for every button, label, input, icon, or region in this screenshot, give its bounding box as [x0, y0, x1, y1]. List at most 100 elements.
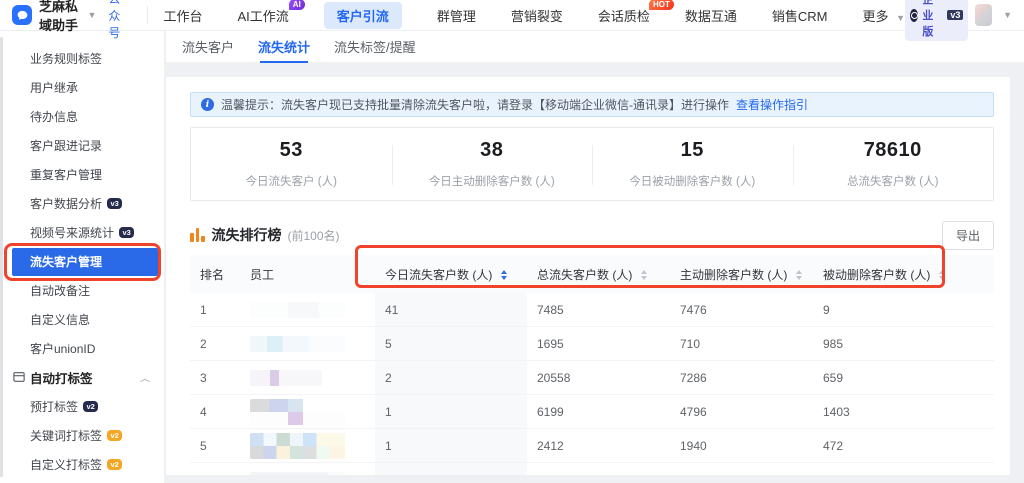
- cell-passive-deleted: 472: [823, 438, 844, 453]
- nav-item-label: 会话质检: [597, 8, 650, 24]
- sidebar-item-customer-unionid[interactable]: 客户unionID: [0, 334, 164, 363]
- col-header-active-deleted[interactable]: 主动删除客户数 (人): [670, 266, 813, 283]
- table-row: 6 1 2134 919 1214: [190, 463, 994, 475]
- cell-passive-deleted: 985: [823, 336, 844, 351]
- brand-name[interactable]: 芝麻私域助手: [39, 0, 83, 34]
- nav-item-customer-acquisition[interactable]: 客户引流: [323, 1, 402, 29]
- cell-active-deleted: 7286: [680, 370, 707, 385]
- nav-item-label: AI工作流: [237, 8, 289, 24]
- sidebar-item-label: 关键词打标签: [30, 429, 103, 443]
- info-icon: i: [201, 98, 214, 111]
- export-button[interactable]: 导出: [941, 220, 994, 250]
- nav-item-workbench[interactable]: 工作台: [163, 6, 202, 25]
- sidebar-item-preset-tags[interactable]: 预打标签 v2: [0, 392, 164, 421]
- sort-icon[interactable]: [795, 270, 802, 281]
- sidebar-item-todo-info[interactable]: 待办信息: [0, 102, 164, 131]
- col-header-label: 今日流失客户数 (人): [385, 267, 493, 282]
- sidebar-item-custom-info[interactable]: 自定义信息: [0, 305, 164, 334]
- stat-label: 今日流失客户 (人): [245, 176, 337, 188]
- stat-today-passive-deleted: 15 今日被动删除客户数 (人): [592, 128, 793, 200]
- stat-label: 总流失客户数 (人): [847, 176, 939, 188]
- active-sidebar-item[interactable]: 流失客户管理: [4, 242, 161, 281]
- divider: [146, 6, 148, 24]
- sidebar-item-churned-customers[interactable]: 流失客户管理: [0, 242, 164, 281]
- sidebar-item-label: 自定义打标签: [30, 458, 103, 472]
- cell-active-deleted: 4796: [680, 404, 707, 419]
- tab-bar: 流失客户 流失统计 流失标签/提醒: [166, 31, 1024, 63]
- sidebar-item-user-inheritance[interactable]: 用户继承: [0, 73, 164, 102]
- top-nav-items: 工作台 AI工作流 AI 客户引流 群管理 营销裂变 会话质检 HOT 数据互通…: [163, 0, 905, 29]
- nav-item-ai-workflow[interactable]: AI工作流 AI: [237, 0, 305, 25]
- sidebar-item-auto-remark[interactable]: 自动改备注: [0, 276, 164, 305]
- table-row: 3 2 20558 7286 659: [190, 361, 994, 395]
- tab-churn-tags-reminder[interactable]: 流失标签/提醒: [334, 31, 416, 63]
- nav-item-chat-inspection[interactable]: 会话质检 HOT: [597, 0, 674, 25]
- sidebar-item-label: 预打标签: [30, 400, 79, 414]
- hot-badge: HOT: [648, 0, 674, 11]
- cell-rank: 3: [200, 370, 207, 385]
- cell-total-churned: 2134: [527, 473, 670, 476]
- employee-name-blurred: [250, 398, 345, 425]
- col-header-label: 总流失客户数 (人): [537, 267, 633, 282]
- nav-item-group-management[interactable]: 群管理: [437, 6, 476, 25]
- cell-active-deleted: 710: [680, 336, 701, 351]
- cell-today-churned: 2: [375, 361, 527, 394]
- v2-badge: v2: [107, 430, 123, 441]
- chevron-down-icon[interactable]: ▼: [87, 10, 96, 20]
- table-row: 5 1 2412 1940 472: [190, 429, 994, 463]
- plan-badge: 企业版 v3: [905, 0, 969, 41]
- sidebar-item-custom-tagging[interactable]: 自定义打标签 v2: [0, 450, 164, 479]
- sidebar-item-keyword-tagging[interactable]: 关键词打标签 v2: [0, 421, 164, 450]
- sort-icon[interactable]: [938, 270, 945, 281]
- ranking-table: 排名 员工 今日流失客户数 (人) 总流失客户数 (人) 主动删除客户数 (人): [190, 255, 994, 475]
- chevron-down-icon: ▼: [896, 12, 906, 23]
- ai-badge: AI: [288, 0, 305, 11]
- nav-item-sales-crm[interactable]: 销售CRM: [772, 6, 828, 25]
- col-header-rank: 排名: [200, 267, 225, 282]
- employee-name-blurred: [250, 335, 345, 352]
- sidebar-section-auto-tagging[interactable]: 自动打标签 ︿: [0, 363, 164, 392]
- avatar[interactable]: [975, 4, 993, 26]
- col-header-employee: 员工: [250, 267, 275, 282]
- folder-icon: [13, 371, 25, 386]
- cell-rank: 2: [200, 336, 207, 351]
- sort-icon[interactable]: [640, 270, 647, 281]
- v2-badge: v2: [107, 459, 123, 470]
- stat-today-active-deleted: 38 今日主动删除客户数 (人): [391, 128, 593, 200]
- v2-badge: v2: [83, 401, 99, 412]
- employee-name-blurred: [250, 301, 345, 318]
- cell-total-churned: 1695: [537, 336, 564, 351]
- sidebar-item-business-rule-tags[interactable]: 业务规则标签: [0, 44, 164, 73]
- col-header-passive-deleted[interactable]: 被动删除客户数 (人): [813, 266, 994, 283]
- col-header-total-churned[interactable]: 总流失客户数 (人): [527, 266, 670, 283]
- stat-total-churned: 78610 总流失客户数 (人): [792, 128, 994, 200]
- nav-item-marketing-fission[interactable]: 营销裂变: [511, 6, 563, 25]
- cell-rank: 6: [190, 473, 240, 476]
- nav-item-more[interactable]: 更多 ▼: [862, 6, 905, 25]
- cell-active-deleted: 919: [670, 473, 813, 476]
- chevron-up-icon: ︿: [140, 374, 150, 384]
- bar-chart-icon: [190, 228, 205, 242]
- top-nav-right: 企业版 v3 ▼: [905, 0, 1012, 41]
- cell-today-churned: 1: [375, 395, 527, 428]
- ranking-subtitle: (前100名): [287, 228, 340, 243]
- account-type-link[interactable]: 公众号: [108, 0, 129, 41]
- tab-churned-customers[interactable]: 流失客户: [182, 31, 234, 63]
- col-header-today-churned[interactable]: 今日流失客户数 (人): [375, 266, 527, 283]
- sidebar-item-followup-records[interactable]: 客户跟进记录: [0, 131, 164, 160]
- sidebar-item-customer-data-analysis[interactable]: 客户数据分析 v3: [0, 189, 164, 218]
- chevron-down-icon[interactable]: ▼: [1003, 10, 1012, 20]
- sidebar-item-video-source-stats[interactable]: 视频号来源统计 v3: [0, 218, 164, 247]
- cell-total-churned: 2412: [537, 438, 564, 453]
- cell-rank: 5: [200, 438, 207, 453]
- nav-item-data-exchange[interactable]: 数据互通: [685, 6, 737, 25]
- notice-guide-link[interactable]: 查看操作指引: [736, 96, 808, 113]
- col-header-label: 被动删除客户数 (人): [823, 267, 931, 282]
- tab-churn-statistics[interactable]: 流失统计: [258, 31, 310, 63]
- sort-icon[interactable]: [500, 270, 507, 281]
- table-header-row: 排名 员工 今日流失客户数 (人) 总流失客户数 (人) 主动删除客户数 (人): [190, 255, 994, 293]
- sidebar-item-duplicate-customers[interactable]: 重复客户管理: [0, 160, 164, 189]
- cell-rank: 1: [200, 302, 207, 317]
- stats-panel: 53 今日流失客户 (人) 38 今日主动删除客户数 (人) 15 今日被动删除…: [190, 127, 994, 201]
- stat-value: 53: [279, 139, 303, 161]
